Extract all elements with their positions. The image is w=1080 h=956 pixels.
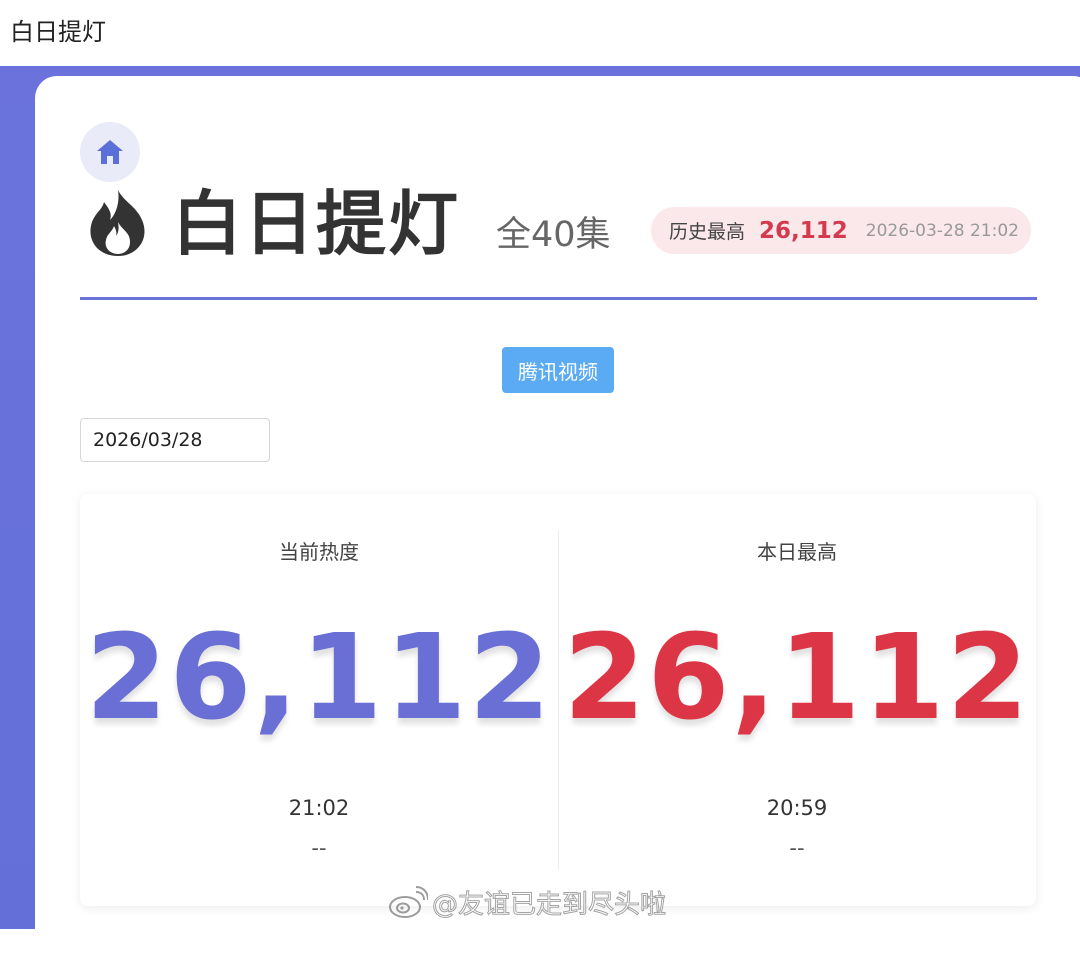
home-button[interactable] — [80, 122, 140, 182]
daily-high-time: 20:59 — [766, 796, 828, 820]
record-badge: 历史最高 26,112 2026-03-28 21:02 — [651, 207, 1031, 254]
daily-high-value: 26,112 — [563, 608, 1031, 746]
date-input[interactable] — [80, 418, 270, 462]
record-label: 历史最高 — [669, 221, 746, 243]
show-title: 白日提灯 — [172, 183, 460, 265]
record-time: 2026-03-28 21:02 — [865, 220, 1019, 241]
current-heat-column: 当前热度 26,112 21:02 -- — [80, 494, 558, 906]
top-bar: 白日提灯 — [0, 0, 1080, 66]
current-heat-time: 21:02 — [288, 796, 350, 820]
platform-button-tencent[interactable]: 腾讯视频 — [502, 347, 614, 393]
home-icon — [97, 140, 123, 164]
weibo-icon — [389, 885, 428, 918]
episode-count: 全40集 — [496, 215, 611, 255]
current-heat-value: 26,112 — [85, 608, 553, 746]
flame-icon — [90, 190, 145, 256]
app-title: 白日提灯 — [10, 18, 106, 46]
current-heat-label: 当前热度 — [279, 540, 359, 564]
record-value: 26,112 — [759, 217, 848, 244]
weibo-watermark: @友谊已走到尽头啦 — [388, 884, 667, 921]
current-heat-change: -- — [311, 836, 327, 860]
watermark-text: @友谊已走到尽头啦 — [431, 890, 667, 921]
daily-high-label: 本日最高 — [757, 540, 837, 564]
daily-high-change: -- — [789, 836, 805, 860]
daily-high-column: 本日最高 26,112 20:59 -- — [558, 494, 1036, 906]
header-divider — [80, 297, 1037, 300]
